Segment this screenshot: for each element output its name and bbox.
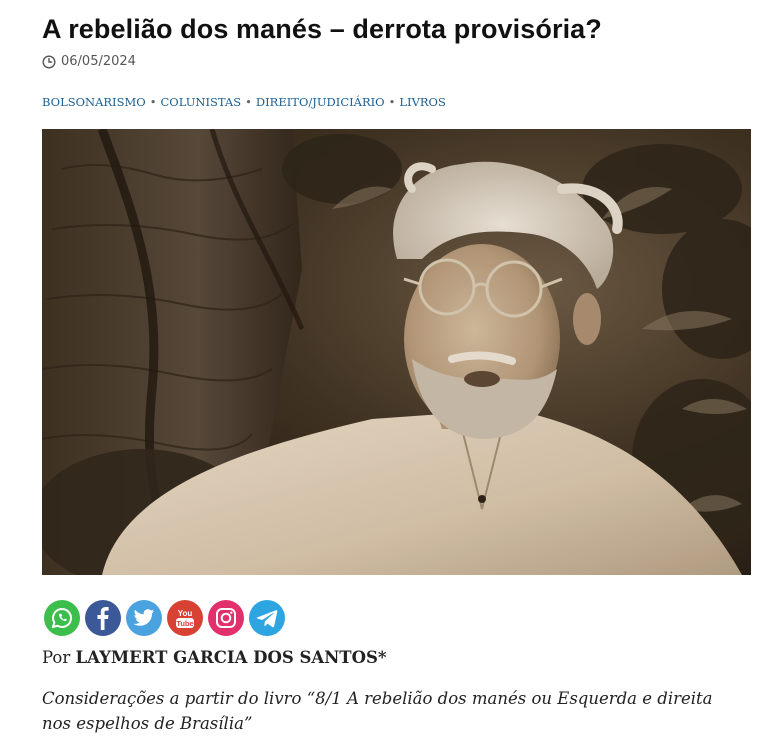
twitter-icon [133, 609, 155, 626]
youtube-icon: You Tube [176, 609, 194, 628]
category-link-livros[interactable]: LIVROS [399, 95, 445, 109]
share-telegram-button[interactable] [249, 600, 285, 636]
article-date: 06/05/2024 [42, 54, 136, 69]
svg-text:You: You [178, 609, 193, 618]
category-link-colunistas[interactable]: COLUNISTAS [160, 95, 241, 109]
share-instagram-button[interactable] [208, 600, 244, 636]
byline-prefix: Por [42, 648, 71, 667]
facebook-icon [97, 607, 109, 630]
author-name: LAYMERT GARCIA DOS SANTOS* [75, 648, 387, 667]
share-whatsapp-button[interactable] [44, 600, 80, 636]
category-separator: • [245, 95, 252, 109]
whatsapp-icon [51, 607, 72, 629]
share-buttons: You Tube [44, 600, 285, 636]
telegram-icon [256, 610, 278, 628]
category-link-bolsonarismo[interactable]: BOLSONARISMO [42, 95, 146, 109]
article-title: A rebelião dos manés – derrota provisóri… [42, 14, 602, 44]
author-byline: Por LAYMERT GARCIA DOS SANTOS* [42, 648, 387, 667]
category-separator: • [149, 95, 157, 109]
share-twitter-button[interactable] [126, 600, 162, 636]
category-separator: • [388, 95, 396, 109]
share-youtube-button[interactable]: You Tube [167, 600, 203, 636]
article-lead: Considerações a partir do livro “8/1 A r… [42, 689, 713, 733]
featured-image [42, 129, 751, 575]
clock-icon [42, 54, 56, 69]
category-list: BOLSONARISMO • COLUNISTAS • DIREITO/JUDICIÁR… [42, 95, 446, 109]
category-link-direito-judiciario[interactable]: DIREITO/JUDICIÁRIO [256, 95, 385, 109]
instagram-icon [216, 608, 236, 628]
portrait-photo [42, 129, 751, 575]
share-facebook-button[interactable] [85, 600, 121, 636]
svg-text:Tube: Tube [176, 619, 193, 628]
date-text: 06/05/2024 [61, 54, 136, 69]
